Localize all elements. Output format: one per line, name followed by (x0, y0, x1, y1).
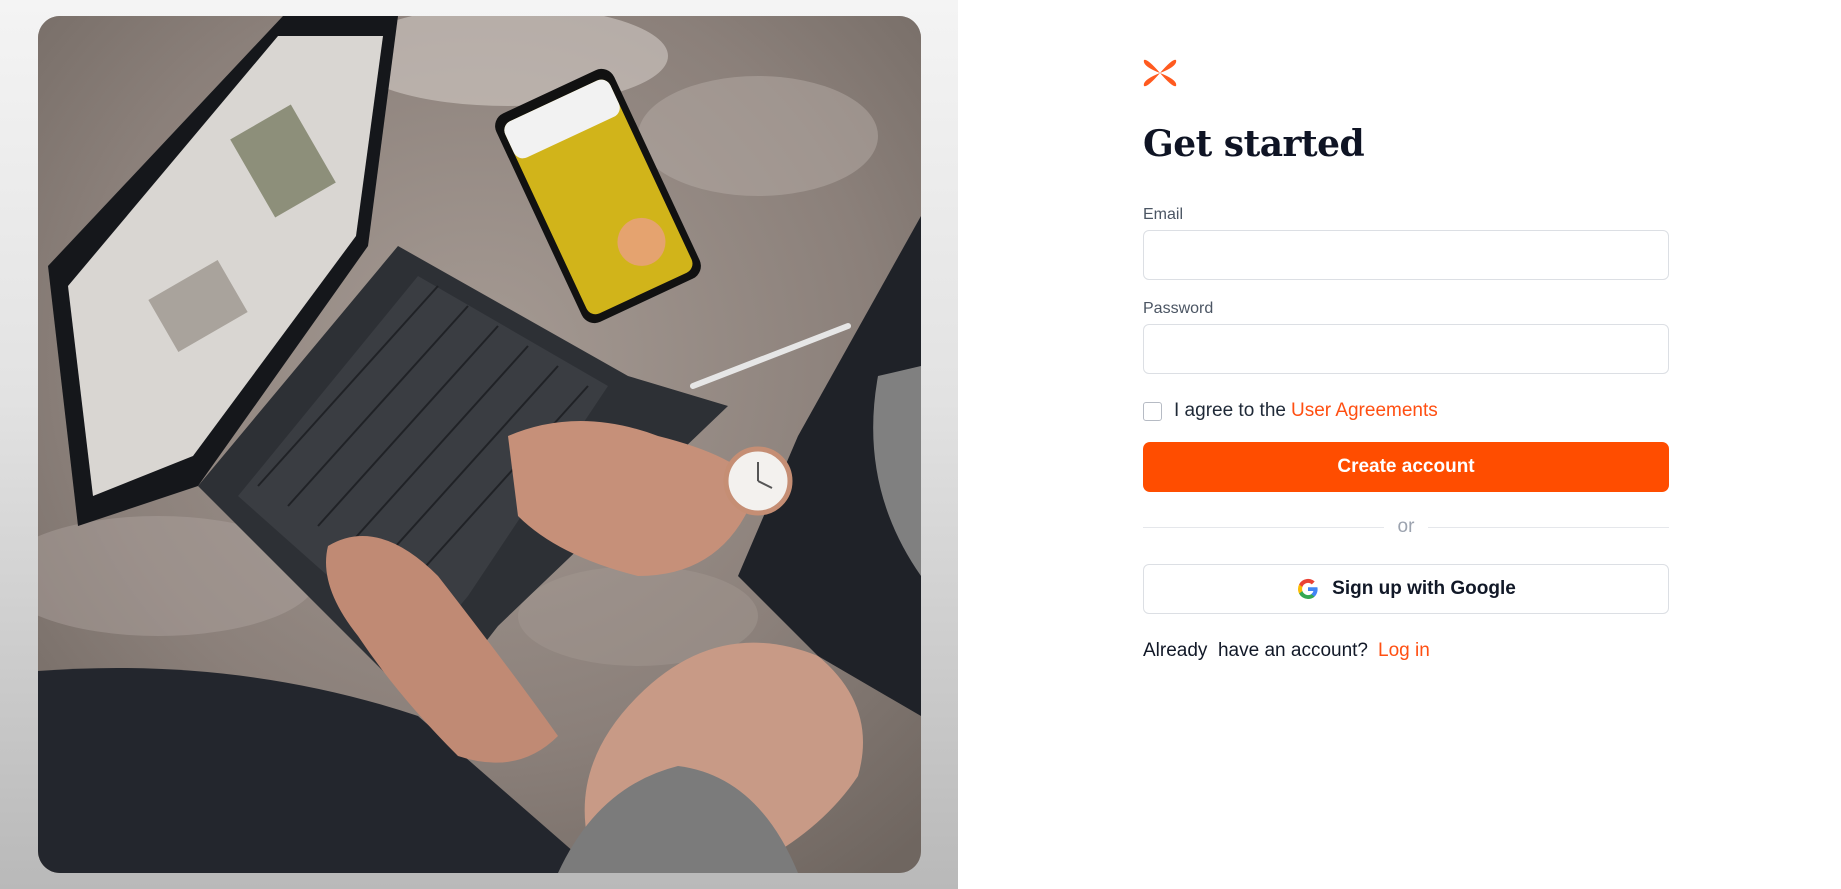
email-label: Email (1143, 206, 1184, 223)
google-icon (1298, 578, 1318, 599)
create-account-button[interactable]: Create account (1143, 442, 1669, 492)
user-agreements-link[interactable]: User Agreements (1291, 400, 1438, 422)
brand-flower-icon (1143, 59, 1177, 87)
password-label: Password (1143, 300, 1214, 317)
divider-line-right (1428, 526, 1669, 528)
login-prompt-row: Already have an account? Log in (1143, 640, 1669, 662)
agree-checkbox[interactable] (1143, 401, 1162, 421)
page-title: Get started (1143, 123, 1365, 165)
agreement-row: I agree to the User Agreements (1143, 400, 1669, 422)
password-group: Password (1143, 300, 1669, 374)
login-prompt: Already have an account? (1143, 640, 1368, 661)
signup-form: Get started Email Password I agree to th… (1143, 56, 1669, 662)
login-link[interactable]: Log in (1378, 640, 1430, 661)
divider-line-left (1143, 526, 1384, 528)
google-signup-button[interactable]: Sign up with Google (1143, 564, 1669, 614)
email-group: Email (1143, 206, 1669, 280)
hero-image (38, 16, 921, 873)
hero-illustration (38, 16, 921, 873)
email-field[interactable] (1143, 230, 1669, 280)
google-button-label: Sign up with Google (1332, 578, 1516, 599)
password-field[interactable] (1143, 324, 1669, 374)
or-divider: or (1143, 516, 1669, 538)
left-panel (0, 0, 958, 889)
signup-page: Get started Email Password I agree to th… (0, 0, 1841, 889)
agree-text: I agree to the (1174, 400, 1286, 421)
divider-text: or (1397, 516, 1415, 537)
